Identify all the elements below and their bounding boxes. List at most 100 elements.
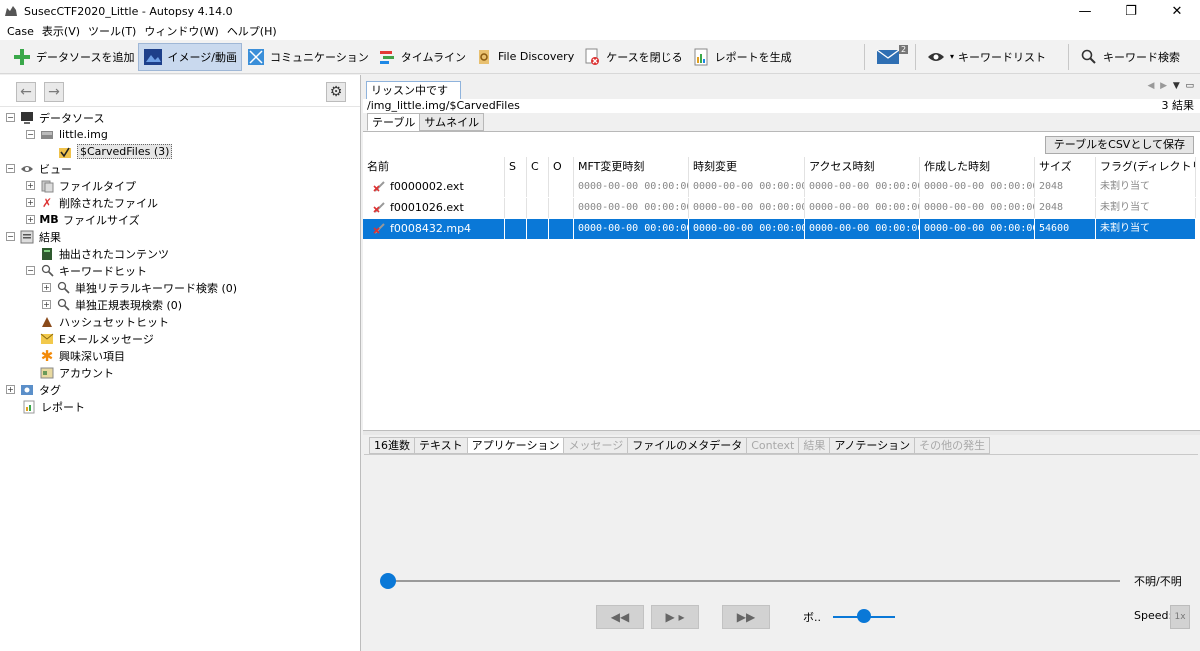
volume-slider-handle[interactable] <box>857 609 871 623</box>
column-header[interactable]: S <box>505 157 527 177</box>
content-tab[interactable]: アノテーション <box>829 437 916 454</box>
tree-item-little-img[interactable]: − little.img <box>26 126 108 143</box>
maximize-button[interactable]: ❐ <box>1108 0 1154 22</box>
tree-item-carved-files[interactable]: $CarvedFiles (3) <box>58 143 173 160</box>
images-videos-button[interactable]: イメージ/動画 <box>138 42 242 71</box>
content-tab[interactable]: テキスト <box>414 437 468 454</box>
tab-table[interactable]: テーブル <box>367 113 421 131</box>
seek-slider-handle[interactable] <box>380 573 396 589</box>
table-row[interactable]: f0000002.ext 0000-00-00 00:00:00 0000-00-0… <box>363 177 1196 197</box>
expand-icon[interactable]: + <box>26 181 35 190</box>
content-tab[interactable]: ファイルのメタデータ <box>627 437 748 454</box>
rewind-icon: ◀◀ <box>610 610 630 624</box>
tree-item-keyword-hits[interactable]: − キーワードヒット <box>26 262 147 279</box>
play-icon: ▶ ▸ <box>665 610 685 624</box>
expand-icon[interactable]: + <box>26 198 35 207</box>
timeline-button[interactable]: タイムライン <box>373 43 470 71</box>
menu-case[interactable]: Case <box>3 25 38 38</box>
minimize-button[interactable]: — <box>1062 0 1108 22</box>
column-header[interactable]: アクセス時刻 <box>805 157 920 177</box>
status-cell <box>505 198 527 218</box>
tree-item-email-messages[interactable]: Eメールメッセージ <box>40 330 154 347</box>
close-button[interactable]: ✕ <box>1154 0 1200 22</box>
collapse-icon[interactable]: − <box>26 266 35 275</box>
column-header[interactable]: 作成した時刻 <box>920 157 1035 177</box>
collapse-icon[interactable]: − <box>6 164 15 173</box>
forward-arrow-icon[interactable]: → <box>44 82 64 102</box>
maximize-panel-icon[interactable]: ▭ <box>1185 81 1194 91</box>
speed-selector[interactable]: 1x <box>1170 605 1190 629</box>
tree-item-interesting-items[interactable]: ✱ 興味深い項目 <box>40 347 125 365</box>
file-name: f0001026.ext <box>390 201 464 214</box>
tab-thumbnail[interactable]: サムネイル <box>419 113 485 131</box>
column-header[interactable]: 名前 <box>363 157 505 177</box>
tree-item-file-types[interactable]: + ファイルタイプ <box>26 177 136 194</box>
status-cell <box>527 177 549 197</box>
account-icon <box>40 366 54 380</box>
tree-item-single-regex-search[interactable]: + 単独正規表現検索 (0) <box>42 296 182 313</box>
file-discovery-label: File Discovery <box>497 50 575 63</box>
tree-item-accounts[interactable]: アカウント <box>40 364 114 381</box>
menu-tools[interactable]: ツール(T) <box>84 23 140 39</box>
back-arrow-icon[interactable]: ← <box>16 82 36 102</box>
directory-tree-pane: ← → ⚙ − データソース − little.img $CarvedFiles… <box>0 75 361 651</box>
collapse-icon[interactable]: − <box>6 113 15 122</box>
menu-help[interactable]: ヘルプ(H) <box>223 23 281 39</box>
tree-item-reports[interactable]: レポート <box>22 398 85 415</box>
gear-icon[interactable]: ⚙ <box>326 82 346 102</box>
expand-icon[interactable]: + <box>42 300 51 309</box>
content-tab[interactable]: アプリケーション <box>466 437 565 454</box>
tree-item-deleted-files[interactable]: + ✗ 削除されたファイル <box>26 194 158 211</box>
keyword-search-button[interactable]: キーワード検索 <box>1075 43 1184 71</box>
rewind-button[interactable]: ◀◀ <box>596 605 644 629</box>
column-header[interactable]: サイズ <box>1035 157 1096 177</box>
fast-forward-button[interactable]: ▶▶ <box>722 605 770 629</box>
tree-label: アカウント <box>59 366 114 380</box>
generate-report-button[interactable]: レポートを生成 <box>687 43 796 71</box>
table-row[interactable]: f0008432.mp4 0000-00-00 00:00:00 0000-00-0… <box>363 219 1196 239</box>
tree-item-single-literal-search[interactable]: + 単独リテラルキーワード検索 (0) <box>42 279 237 296</box>
communications-icon <box>246 47 266 67</box>
tree-item-hashset-hits[interactable]: ハッシュセットヒット <box>40 313 169 330</box>
modified-time-cell: 0000-00-00 00:00:00 <box>689 177 805 197</box>
access-time-cell: 0000-00-00 00:00:00 <box>805 198 920 218</box>
expand-icon[interactable]: + <box>6 385 15 394</box>
table-row[interactable]: f0001026.ext 0000-00-00 00:00:00 0000-00-0… <box>363 198 1196 218</box>
add-datasource-button[interactable]: データソースを追加 <box>8 43 138 71</box>
column-header[interactable]: 時刻変更 <box>689 157 805 177</box>
column-header[interactable]: O <box>549 157 574 177</box>
chevron-left-icon[interactable]: ◀ <box>1148 81 1155 91</box>
tree-item-tags[interactable]: + タグ <box>6 381 61 398</box>
tree-item-file-size[interactable]: + MB ファイルサイズ <box>26 211 140 228</box>
mail-notifications-button[interactable]: 2 <box>871 43 909 71</box>
tree-item-views[interactable]: − ビュー <box>6 160 72 177</box>
collapse-icon[interactable]: − <box>26 130 35 139</box>
menu-window[interactable]: ウィンドウ(W) <box>140 23 222 39</box>
seek-track[interactable] <box>386 580 1120 582</box>
tree-item-extracted-content[interactable]: 抽出されたコンテンツ <box>40 245 169 262</box>
chevron-right-icon[interactable]: ▶ <box>1160 81 1167 91</box>
menu-view[interactable]: 表示(V) <box>38 23 84 39</box>
results-icon <box>20 230 34 244</box>
content-tab[interactable]: 16進数 <box>369 437 415 454</box>
column-header[interactable]: MFT変更時刻 <box>574 157 689 177</box>
column-header[interactable]: フラグ(ディレクトリー) <box>1096 157 1196 177</box>
chevron-down-icon[interactable]: ▼ <box>1173 81 1180 91</box>
collapse-icon[interactable]: − <box>6 232 15 241</box>
tree-item-data-sources[interactable]: − データソース <box>6 109 104 126</box>
column-header[interactable]: C <box>527 157 549 177</box>
file-discovery-button[interactable]: File Discovery <box>470 43 578 71</box>
play-button[interactable]: ▶ ▸ <box>651 605 699 629</box>
pane-splitter[interactable] <box>363 430 1200 435</box>
tree-item-results[interactable]: − 結果 <box>6 228 61 245</box>
expand-icon[interactable]: + <box>26 215 35 224</box>
view-tabs: テーブル サムネイル <box>367 113 485 131</box>
result-tab[interactable]: リッスン中です <box>366 81 461 99</box>
tree-label: $CarvedFiles (3) <box>77 144 173 159</box>
expand-icon[interactable]: + <box>42 283 51 292</box>
save-csv-button[interactable]: テーブルをCSVとして保存 <box>1044 136 1194 154</box>
communications-button[interactable]: コミュニケーション <box>242 43 373 71</box>
magnifier-icon <box>40 264 54 278</box>
close-case-button[interactable]: ケースを閉じる <box>578 43 686 71</box>
keyword-lists-button[interactable]: ▾ キーワードリスト <box>922 43 1050 71</box>
